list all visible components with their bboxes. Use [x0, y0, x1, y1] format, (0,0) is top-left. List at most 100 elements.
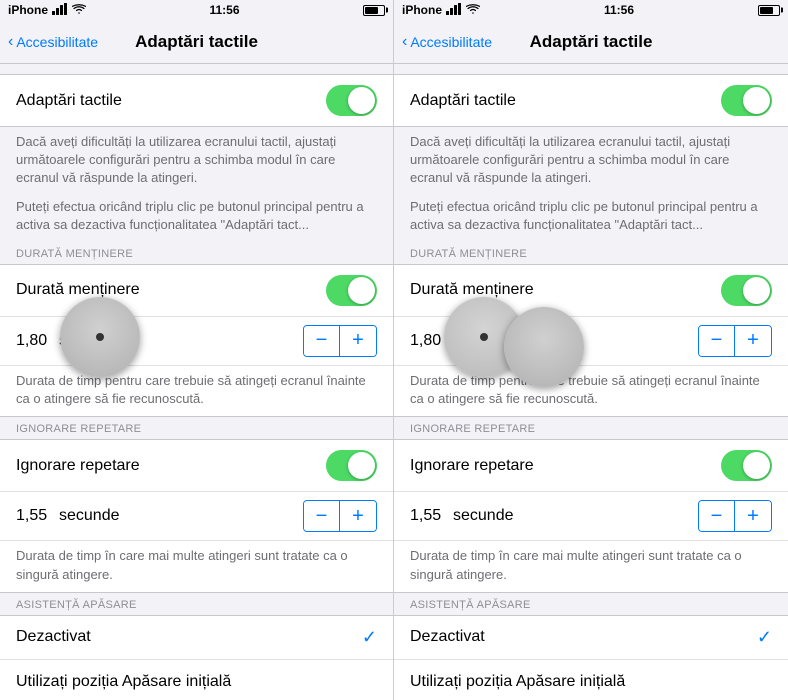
toggle-knob [743, 277, 770, 304]
back-button[interactable]: ‹ Accesibilitate [8, 33, 98, 51]
section-1: IGNORARE REPETARE Ignorare repetare 1,55… [0, 417, 393, 592]
check-label: Dezactivat [410, 628, 485, 646]
signal-icon [446, 3, 462, 18]
carrier-label: iPhone [402, 3, 442, 17]
stepper-minus[interactable]: − [304, 501, 340, 531]
main-toggle-label: Adaptări tactile [410, 92, 516, 110]
stepper-row-0-1: 1,80 secunde − + [0, 317, 393, 366]
stepper-unit: secunde [453, 332, 690, 350]
section-card: Durată menținere 1,80 secunde [394, 264, 788, 417]
desc-row-0-2: Durata de timp pentru care trebuie să at… [394, 366, 788, 416]
toggle-row-0-0: Durată menținere [394, 265, 788, 317]
back-button[interactable]: ‹ Accesibilitate [402, 33, 492, 51]
section-1: IGNORARE REPETARE Ignorare repetare 1,55… [394, 417, 788, 592]
scroll-content: Adaptări tactile Dacă aveți dificultăți … [394, 64, 788, 700]
toggle-switch[interactable] [721, 450, 772, 481]
left-panel: iPhone 11:56 [0, 0, 394, 700]
battery-fill [760, 7, 773, 14]
main-desc-1: Dacă aveți dificultăți la utilizarea ecr… [0, 127, 393, 196]
stepper-controls: − + [698, 500, 772, 532]
back-label: Accesibilitate [410, 34, 492, 50]
main-desc-2: Puteți efectua oricând triplu clic pe bu… [0, 196, 393, 242]
status-time: 11:56 [604, 3, 634, 17]
section-header: IGNORARE REPETARE [0, 417, 393, 439]
stepper-minus[interactable]: − [699, 326, 735, 356]
wifi-icon [72, 4, 86, 17]
toggle-row-1-0: Ignorare repetare [394, 440, 788, 492]
status-right [758, 5, 780, 16]
main-toggle-card: Adaptări tactile [0, 74, 393, 127]
section-header: ASISTENȚĂ APĂSARE [394, 593, 788, 615]
toggle-row-1-0: Ignorare repetare [0, 440, 393, 492]
plain-row-2-1[interactable]: Utilizați poziția Apăsare inițială [394, 660, 788, 700]
toggle-label: Ignorare repetare [410, 457, 534, 475]
stepper-plus[interactable]: + [340, 501, 376, 531]
stepper-value: 1,80 [16, 332, 51, 350]
status-bar: iPhone 11:56 [0, 0, 393, 20]
stepper-plus[interactable]: + [340, 326, 376, 356]
section-card: Ignorare repetare 1,55 secunde − + Durat… [394, 439, 788, 592]
section-header: DURATĂ MENȚINERE [0, 242, 393, 264]
checkmark-icon: ✓ [757, 627, 772, 648]
status-left: iPhone [402, 3, 480, 18]
stepper-row-1-1: 1,55 secunde − + [394, 492, 788, 541]
main-section: Adaptări tactile Dacă aveți dificultăți … [394, 74, 788, 242]
toggle-row-0-0: Durată menținere [0, 265, 393, 317]
stepper-minus[interactable]: − [304, 326, 340, 356]
stepper-value: 1,55 [410, 507, 445, 525]
section-0: DURATĂ MENȚINERE Durată menținere 1,80 [394, 242, 788, 417]
toggle-knob [348, 452, 375, 479]
section-card: Durată menținere 1,80 secunde − + Durata… [0, 264, 393, 417]
desc-row-1-2: Durata de timp în care mai multe atinger… [394, 541, 788, 591]
main-toggle-row: Adaptări tactile [0, 75, 393, 126]
battery-fill [365, 7, 378, 14]
section-card: Ignorare repetare 1,55 secunde − + Durat… [0, 439, 393, 592]
main-toggle[interactable] [721, 85, 772, 116]
stepper-minus[interactable]: − [699, 501, 735, 531]
carrier-label: iPhone [8, 3, 48, 17]
stepper-plus[interactable]: + [735, 501, 771, 531]
stepper-unit: secunde [59, 507, 295, 525]
section-header: DURATĂ MENȚINERE [394, 242, 788, 264]
signal-icon [52, 3, 68, 18]
main-section: Adaptări tactile Dacă aveți dificultăți … [0, 74, 393, 242]
battery-icon [758, 5, 780, 16]
toggle-switch[interactable] [326, 275, 377, 306]
check-row-2-0[interactable]: Dezactivat ✓ [394, 616, 788, 660]
main-toggle[interactable] [326, 85, 377, 116]
check-label: Dezactivat [16, 628, 91, 646]
nav-bar: ‹ Accesibilitate Adaptări tactile [0, 20, 393, 64]
check-row-2-0[interactable]: Dezactivat ✓ [0, 616, 393, 660]
page-title: Adaptări tactile [135, 32, 258, 52]
stepper-value: 1,80 [410, 332, 445, 350]
section-card: Dezactivat ✓ Utilizați poziția Apăsare i… [0, 615, 393, 700]
main-toggle-label: Adaptări tactile [16, 92, 122, 110]
wifi-icon [466, 4, 480, 17]
section-header: ASISTENȚĂ APĂSARE [0, 593, 393, 615]
toggle-switch[interactable] [721, 275, 772, 306]
section-2: ASISTENȚĂ APĂSARE Dezactivat ✓ Utilizați… [0, 593, 393, 700]
toggle-label: Ignorare repetare [16, 457, 140, 475]
main-desc-1: Dacă aveți dificultăți la utilizarea ecr… [394, 127, 788, 196]
stepper-controls: − + [303, 325, 377, 357]
battery-icon [363, 5, 385, 16]
stepper-plus[interactable]: + [735, 326, 771, 356]
main-toggle-card: Adaptări tactile [394, 74, 788, 127]
plain-label: Utilizați poziția Apăsare inițială [16, 673, 231, 691]
main-desc-2: Puteți efectua oricând triplu clic pe bu… [394, 196, 788, 242]
nav-bar: ‹ Accesibilitate Adaptări tactile [394, 20, 788, 64]
chevron-left-icon: ‹ [402, 33, 407, 51]
toggle-knob [743, 87, 770, 114]
desc-row-1-2: Durata de timp în care mai multe atinger… [0, 541, 393, 591]
toggle-switch[interactable] [326, 450, 377, 481]
chevron-left-icon: ‹ [8, 33, 13, 51]
section-0: DURATĂ MENȚINERE Durată menținere 1,80 s… [0, 242, 393, 417]
toggle-knob [348, 87, 375, 114]
section-card: Dezactivat ✓ Utilizați poziția Apăsare i… [394, 615, 788, 700]
status-time: 11:56 [209, 3, 239, 17]
plain-row-2-1[interactable]: Utilizați poziția Apăsare inițială [0, 660, 393, 700]
status-left: iPhone [8, 3, 86, 18]
status-right [363, 5, 385, 16]
stepper-unit: secunde [59, 332, 295, 350]
desc-row-0-2: Durata de timp pentru care trebuie să at… [0, 366, 393, 416]
